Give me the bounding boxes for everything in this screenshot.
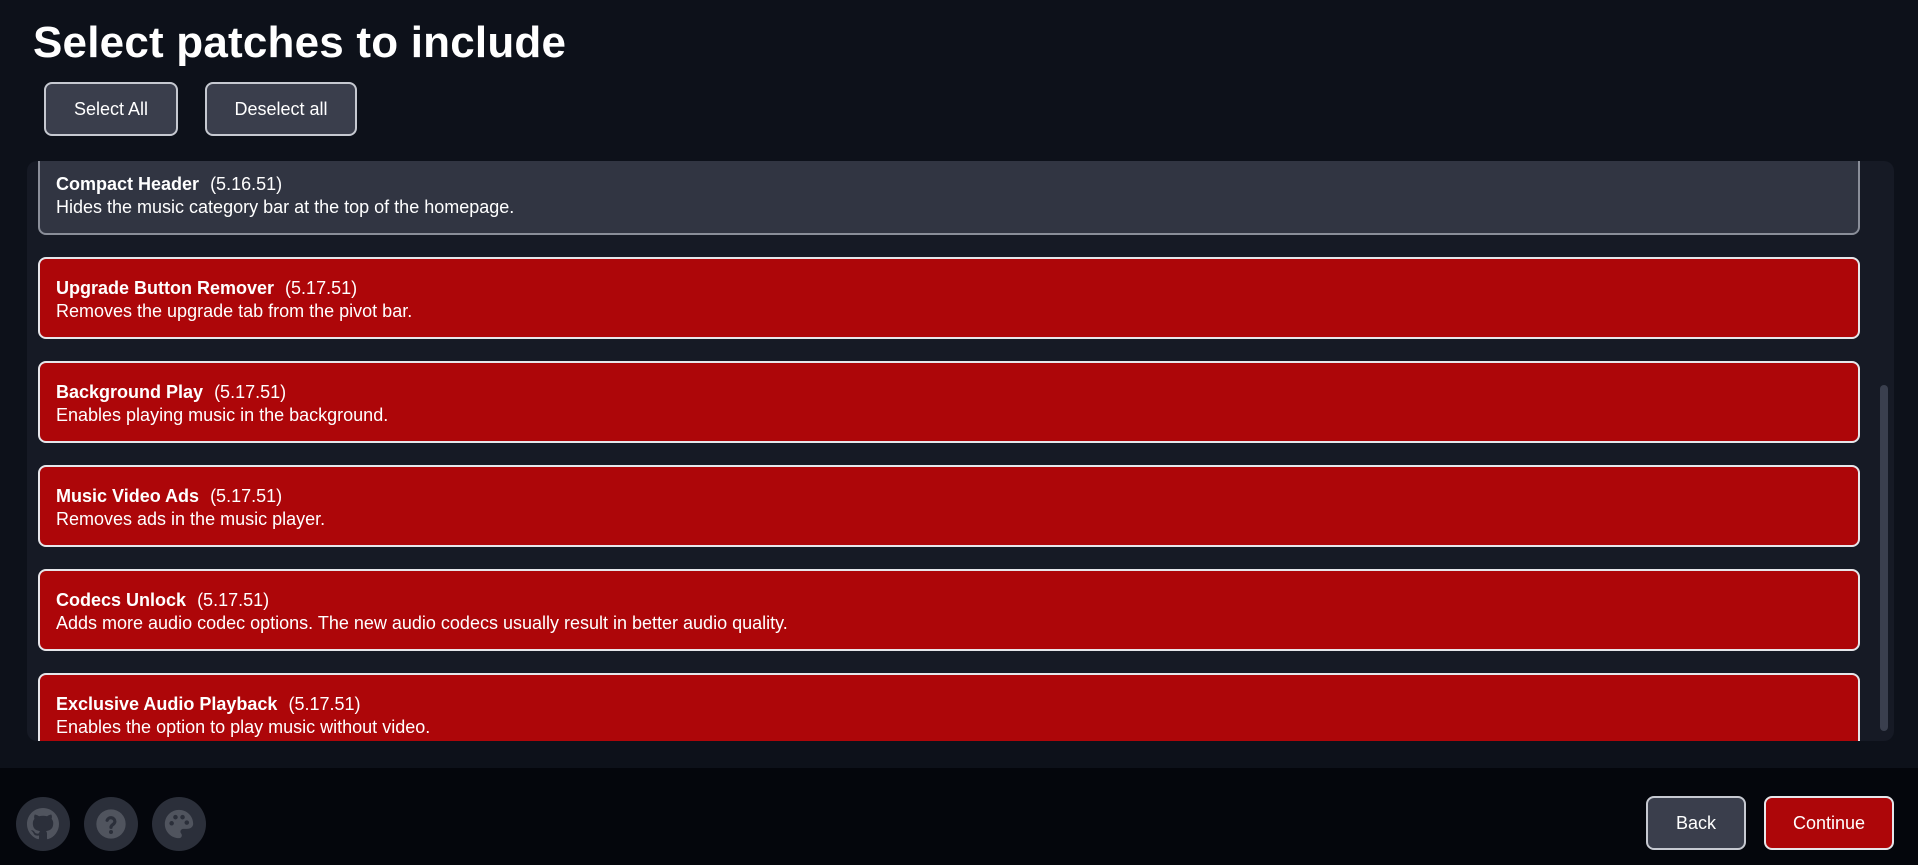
patch-item-music-video-ads[interactable]: Music Video Ads (5.17.51) Removes ads in… bbox=[38, 465, 1860, 547]
page-title: Select patches to include bbox=[33, 18, 567, 67]
patch-version: (5.17.51) bbox=[285, 278, 358, 298]
footer-bar: Back Continue bbox=[0, 768, 1918, 865]
patch-item-codecs-unlock[interactable]: Codecs Unlock (5.17.51) Adds more audio … bbox=[38, 569, 1860, 651]
patch-list-panel: Compact Header (5.16.51) Hides the music… bbox=[27, 161, 1894, 741]
help-icon[interactable] bbox=[84, 797, 138, 851]
patch-version: (5.16.51) bbox=[210, 174, 283, 194]
patch-list-scrollbar[interactable] bbox=[1880, 385, 1888, 731]
github-icon[interactable] bbox=[16, 797, 70, 851]
back-button[interactable]: Back bbox=[1646, 796, 1746, 850]
footer-icon-group bbox=[16, 797, 206, 851]
patch-name: Compact Header bbox=[56, 174, 200, 194]
patch-item-compact-header[interactable]: Compact Header (5.16.51) Hides the music… bbox=[38, 161, 1860, 235]
patch-description: Removes ads in the music player. bbox=[56, 509, 326, 529]
patch-version: (5.17.51) bbox=[288, 694, 361, 714]
patch-description: Enables playing music in the background. bbox=[56, 405, 389, 425]
patch-name: Codecs Unlock bbox=[56, 590, 187, 610]
patch-version: (5.17.51) bbox=[197, 590, 270, 610]
palette-icon[interactable] bbox=[152, 797, 206, 851]
patch-description: Removes the upgrade tab from the pivot b… bbox=[56, 301, 413, 321]
footer-navigation: Back Continue bbox=[1646, 796, 1894, 850]
patch-description: Adds more audio codec options. The new a… bbox=[56, 613, 788, 633]
select-all-button[interactable]: Select All bbox=[44, 82, 178, 136]
patch-description: Enables the option to play music without… bbox=[56, 717, 431, 737]
patch-item-background-play[interactable]: Background Play (5.17.51) Enables playin… bbox=[38, 361, 1860, 443]
patch-list: Compact Header (5.16.51) Hides the music… bbox=[38, 161, 1860, 741]
continue-button[interactable]: Continue bbox=[1764, 796, 1894, 850]
patch-name: Upgrade Button Remover bbox=[56, 278, 275, 298]
patch-name: Exclusive Audio Playback bbox=[56, 694, 278, 714]
patch-name: Background Play bbox=[56, 382, 204, 402]
patch-item-exclusive-audio-playback[interactable]: Exclusive Audio Playback (5.17.51) Enabl… bbox=[38, 673, 1860, 741]
deselect-all-button[interactable]: Deselect all bbox=[205, 82, 357, 136]
patch-version: (5.17.51) bbox=[210, 486, 283, 506]
patch-description: Hides the music category bar at the top … bbox=[56, 197, 515, 217]
patch-item-upgrade-button-remover[interactable]: Upgrade Button Remover (5.17.51) Removes… bbox=[38, 257, 1860, 339]
patch-version: (5.17.51) bbox=[214, 382, 287, 402]
patch-name: Music Video Ads bbox=[56, 486, 200, 506]
patch-selection-page: Select patches to include Select All Des… bbox=[0, 0, 1918, 865]
selection-toolbar: Select All Deselect all bbox=[44, 82, 357, 136]
